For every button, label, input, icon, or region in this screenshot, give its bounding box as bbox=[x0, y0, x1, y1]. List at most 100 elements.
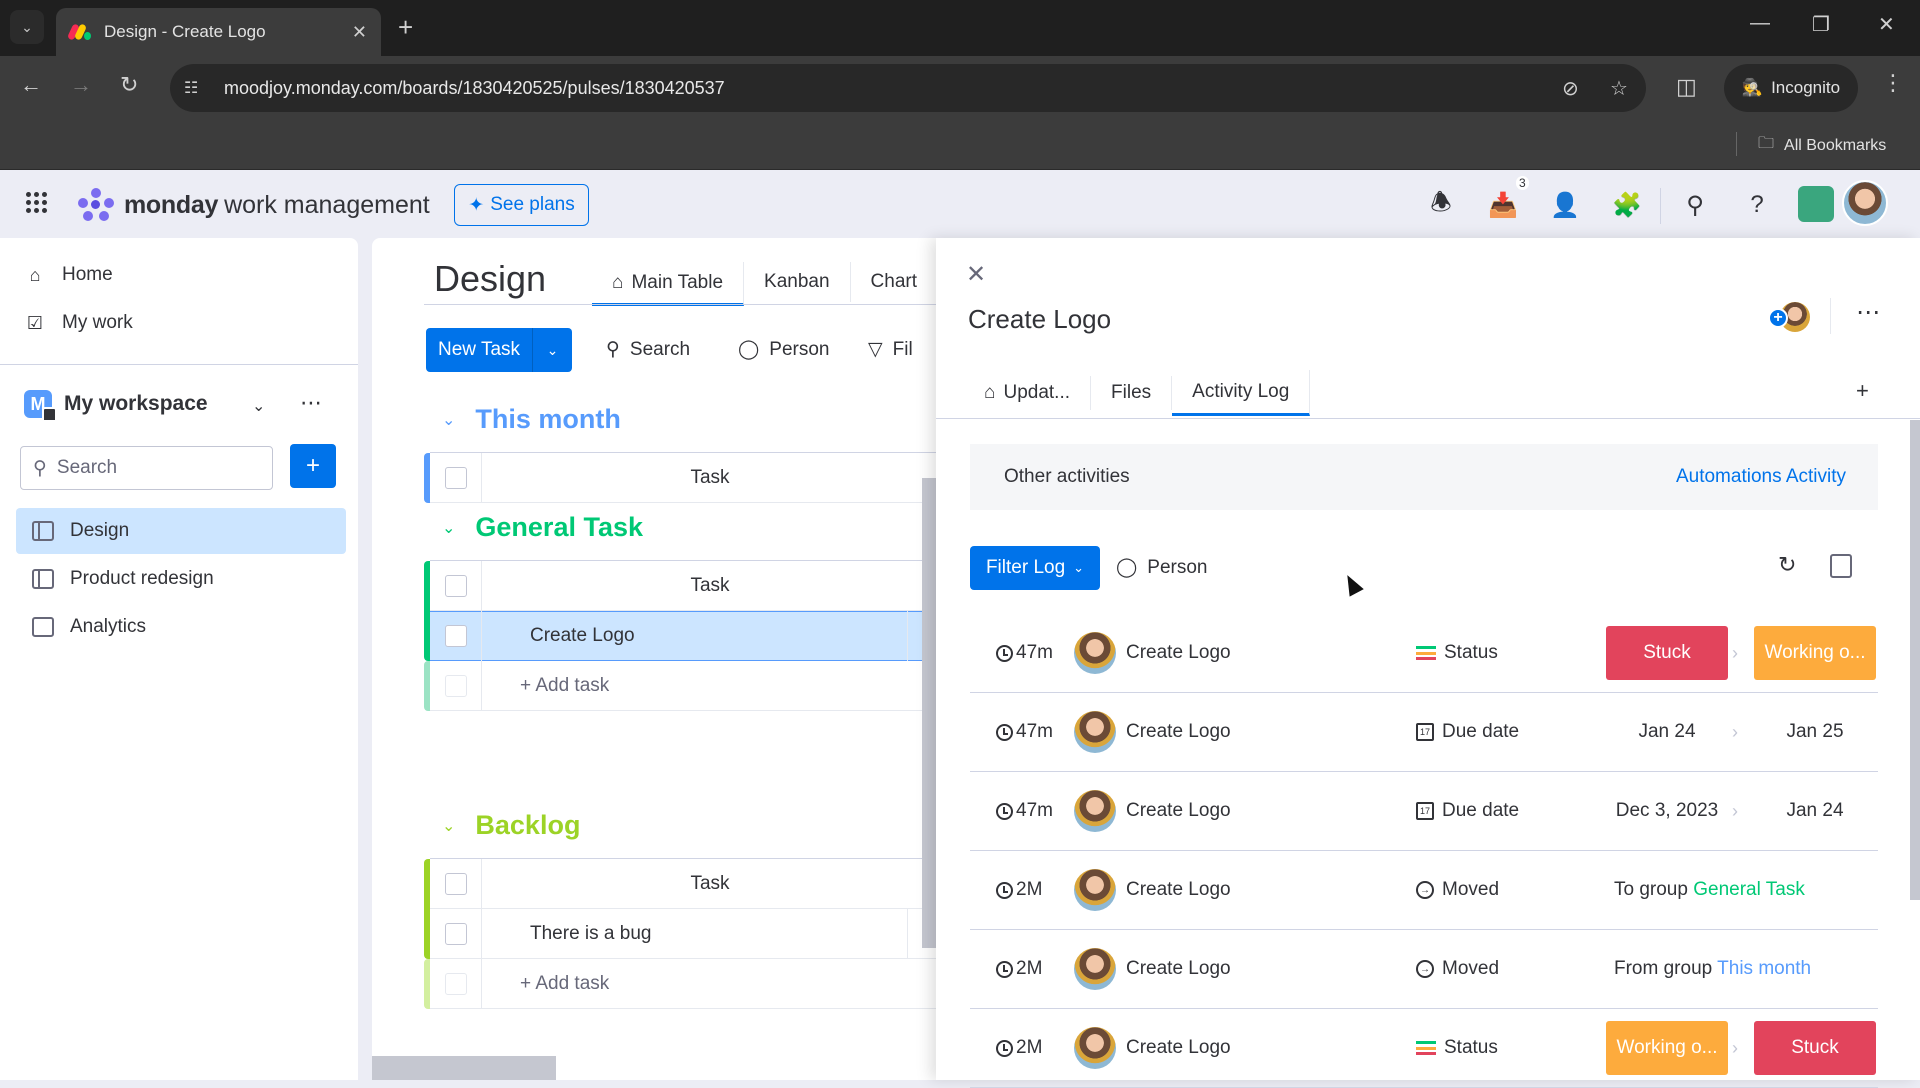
log-item-name[interactable]: Create Logo bbox=[1126, 958, 1231, 980]
activity-log-row[interactable]: 2M Create Logo → Moved From group This month bbox=[970, 930, 1878, 1009]
view-tab-main-table[interactable]: ⌂ Main Table bbox=[592, 262, 745, 306]
activity-log-row[interactable]: 2M Create Logo Status Working o... › Stuck bbox=[970, 1009, 1878, 1088]
add-view-icon[interactable]: + bbox=[1856, 378, 1869, 404]
close-tab-icon[interactable]: ✕ bbox=[352, 22, 367, 43]
sidebar-item-home[interactable]: ⌂ Home bbox=[24, 264, 113, 286]
side-panel-icon[interactable]: ◫ bbox=[1676, 74, 1697, 100]
tab-updates[interactable]: ⌂ Updat... bbox=[964, 376, 1092, 410]
sidebar-item-my-work[interactable]: ☑ My work bbox=[24, 312, 133, 334]
select-all-checkbox[interactable] bbox=[430, 858, 482, 909]
inbox-icon[interactable]: 📥 bbox=[1488, 190, 1518, 220]
notifications-bell-icon[interactable]: 🕭 bbox=[1426, 189, 1456, 220]
user-avatar[interactable] bbox=[1074, 790, 1116, 832]
subscribers-button[interactable]: + bbox=[1768, 302, 1810, 334]
back-icon[interactable]: ← bbox=[20, 72, 42, 98]
site-info-icon[interactable]: ☷ bbox=[184, 78, 214, 98]
export-excel-icon[interactable] bbox=[1830, 554, 1852, 578]
sidebar-board-product-redesign[interactable]: Product redesign bbox=[16, 556, 346, 602]
group-name[interactable]: General Task bbox=[475, 512, 643, 543]
add-task-row[interactable]: + Add task bbox=[430, 660, 938, 711]
task-name-cell[interactable]: There is a bug bbox=[482, 908, 938, 959]
user-avatar[interactable] bbox=[1074, 1027, 1116, 1069]
view-tab-kanban[interactable]: Kanban bbox=[744, 262, 851, 302]
add-board-button[interactable]: + bbox=[290, 444, 336, 488]
task-name-cell[interactable]: Create Logo bbox=[482, 611, 938, 661]
bookmark-star-icon[interactable]: ☆ bbox=[1610, 76, 1628, 101]
restore-window-icon[interactable]: ❐ bbox=[1812, 12, 1830, 37]
log-item-name[interactable]: Create Logo bbox=[1126, 800, 1231, 822]
more-options-icon[interactable]: ⋯ bbox=[1856, 298, 1881, 327]
group-link[interactable]: General Task bbox=[1693, 879, 1805, 900]
log-item-name[interactable]: Create Logo bbox=[1126, 1037, 1231, 1059]
log-item-name[interactable]: Create Logo bbox=[1126, 879, 1231, 901]
account-app-avatar[interactable] bbox=[1798, 186, 1834, 222]
url-text[interactable]: moodjoy.monday.com/boards/1830420525/pul… bbox=[224, 78, 725, 99]
automations-activity-link[interactable]: Automations Activity bbox=[1676, 466, 1846, 488]
add-task-input[interactable]: + Add task bbox=[482, 675, 938, 697]
log-item-name[interactable]: Create Logo bbox=[1126, 721, 1231, 743]
panel-vertical-scrollbar[interactable] bbox=[1910, 420, 1920, 900]
see-plans-button[interactable]: ✦ See plans bbox=[454, 184, 589, 226]
address-bar[interactable]: ☷ moodjoy.monday.com/boards/1830420525/p… bbox=[170, 64, 1646, 112]
eye-off-icon[interactable]: ⊘ bbox=[1562, 76, 1579, 101]
help-icon[interactable]: ? bbox=[1742, 190, 1772, 220]
activity-log-row[interactable]: 47m Create Logo 17 Due date Jan 24 › Jan 25 bbox=[970, 693, 1878, 772]
other-activities-label[interactable]: Other activities bbox=[1004, 466, 1130, 488]
item-title[interactable]: Create Logo bbox=[968, 304, 1111, 335]
minimize-icon[interactable]: — bbox=[1750, 12, 1770, 35]
apps-grid-icon[interactable] bbox=[26, 192, 48, 214]
chevron-down-icon[interactable]: ⌄ bbox=[442, 518, 455, 538]
row-checkbox[interactable] bbox=[430, 611, 482, 661]
sidebar-board-analytics[interactable]: Analytics bbox=[16, 604, 346, 650]
close-panel-icon[interactable]: ✕ bbox=[966, 260, 986, 289]
add-task-row[interactable]: + Add task bbox=[430, 958, 938, 1009]
chevron-down-icon[interactable]: ⌄ bbox=[442, 410, 455, 430]
person-filter-button[interactable]: ◯ Person bbox=[1116, 556, 1207, 579]
chevron-down-icon[interactable]: ⌄ bbox=[442, 816, 455, 836]
workspace-more-icon[interactable]: ⋯ bbox=[300, 390, 323, 416]
sidebar-search-input[interactable]: ⚲ Search bbox=[20, 446, 273, 490]
group-header-backlog[interactable]: ⌄ Backlog bbox=[442, 810, 580, 841]
tab-search-chevron-icon[interactable]: ⌄ bbox=[10, 10, 44, 44]
close-window-icon[interactable]: ✕ bbox=[1878, 12, 1895, 37]
incognito-indicator[interactable]: 🕵 Incognito bbox=[1724, 64, 1858, 112]
forward-icon[interactable]: → bbox=[70, 72, 92, 98]
user-avatar[interactable] bbox=[1074, 711, 1116, 753]
board-search-button[interactable]: ⚲ Search bbox=[606, 338, 690, 361]
table-row[interactable]: Create Logo bbox=[430, 611, 938, 661]
monday-logo[interactable]: monday work management bbox=[78, 188, 430, 222]
user-avatar[interactable] bbox=[1074, 948, 1116, 990]
user-avatar[interactable] bbox=[1842, 180, 1888, 226]
filter-button[interactable]: ▽ Fil bbox=[868, 338, 913, 361]
workspace-selector[interactable]: M My workspace bbox=[24, 390, 208, 422]
new-tab-icon[interactable]: + bbox=[398, 12, 413, 43]
group-header-this-month[interactable]: ⌄ This month bbox=[442, 404, 621, 435]
row-checkbox[interactable] bbox=[430, 908, 482, 959]
add-task-input[interactable]: + Add task bbox=[482, 973, 938, 995]
table-row[interactable]: There is a bug bbox=[430, 908, 938, 959]
group-link[interactable]: This month bbox=[1717, 958, 1811, 979]
log-item-name[interactable]: Create Logo bbox=[1126, 642, 1231, 664]
user-avatar[interactable] bbox=[1074, 869, 1116, 911]
select-all-checkbox[interactable] bbox=[430, 560, 482, 611]
user-avatar[interactable] bbox=[1074, 632, 1116, 674]
group-name[interactable]: This month bbox=[475, 404, 620, 435]
integrations-puzzle-icon[interactable]: 🧩 bbox=[1612, 190, 1642, 220]
browser-tab-active[interactable]: Design - Create Logo ✕ bbox=[56, 8, 381, 56]
browser-menu-icon[interactable]: ⋮ bbox=[1882, 70, 1904, 96]
tab-activity-log[interactable]: Activity Log bbox=[1172, 370, 1311, 416]
refresh-icon[interactable]: ↻ bbox=[1778, 552, 1796, 578]
chevron-down-icon[interactable]: ⌄ bbox=[532, 328, 572, 372]
chevron-down-icon[interactable]: ⌄ bbox=[252, 396, 265, 416]
group-name[interactable]: Backlog bbox=[475, 810, 580, 841]
board-horizontal-scrollbar[interactable] bbox=[372, 1056, 556, 1080]
activity-log-row[interactable]: 2M Create Logo → Moved To group General Task bbox=[970, 851, 1878, 930]
search-icon[interactable]: ⚲ bbox=[1680, 190, 1710, 220]
invite-member-icon[interactable]: 👤 bbox=[1550, 190, 1580, 220]
reload-icon[interactable]: ↻ bbox=[120, 72, 138, 98]
activity-log-row[interactable]: 47m Create Logo 17 Due date Dec 3, 2023 › Jan … bbox=[970, 772, 1878, 851]
sidebar-board-design[interactable]: Design bbox=[16, 508, 346, 554]
view-tab-chart[interactable]: Chart bbox=[851, 262, 937, 302]
new-task-button[interactable]: New Task ⌄ bbox=[426, 328, 572, 372]
board-vertical-scrollbar[interactable] bbox=[922, 478, 936, 948]
